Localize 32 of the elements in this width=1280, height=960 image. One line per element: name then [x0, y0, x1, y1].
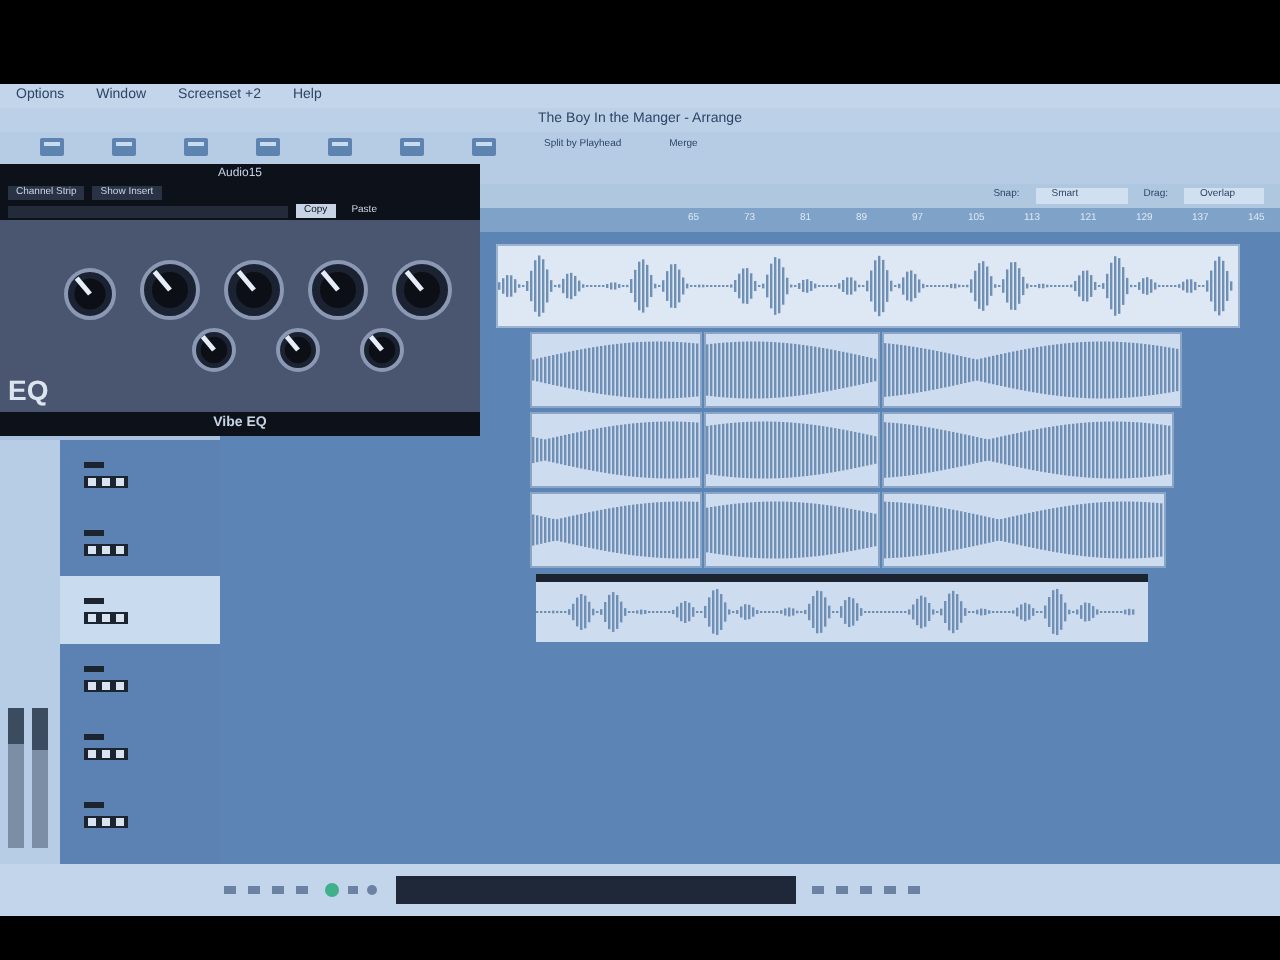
transport-controls-icon[interactable] [220, 882, 380, 898]
toolbar-tool-icon[interactable] [184, 138, 208, 156]
comp-region[interactable] [536, 574, 1148, 642]
track-color-swatch [84, 733, 104, 739]
knob[interactable] [224, 260, 285, 320]
toolbar-tool-icon[interactable] [40, 138, 64, 156]
track-color-swatch [84, 665, 104, 671]
toolbar-tool-icon[interactable] [112, 138, 136, 156]
track-color-swatch [84, 801, 104, 807]
eq-logo: EQ [8, 372, 49, 410]
track-buttons-icon[interactable] [84, 815, 128, 827]
knob[interactable] [308, 260, 369, 320]
track-color-swatch [84, 461, 104, 467]
knob[interactable] [276, 328, 321, 372]
track-buttons-icon[interactable] [84, 543, 128, 555]
knob[interactable] [64, 268, 117, 320]
track-buttons-icon[interactable] [84, 747, 128, 759]
track-header[interactable] [60, 576, 220, 644]
track-color-swatch [84, 597, 104, 603]
track-buttons-icon[interactable] [84, 679, 128, 691]
toolbar-tool-icon[interactable] [400, 138, 424, 156]
toolbar-tool-icon[interactable] [256, 138, 280, 156]
knob[interactable] [140, 260, 201, 320]
knob[interactable] [192, 328, 237, 372]
knob[interactable] [360, 328, 405, 372]
preset-field[interactable] [8, 205, 288, 217]
track-buttons-icon[interactable] [84, 611, 128, 623]
toolbar-tool-icon[interactable] [328, 138, 352, 156]
track-color-swatch [84, 529, 104, 535]
toolbar-tool-icon[interactable] [472, 138, 496, 156]
knob[interactable] [392, 260, 453, 320]
track-buttons-icon[interactable] [84, 475, 128, 487]
